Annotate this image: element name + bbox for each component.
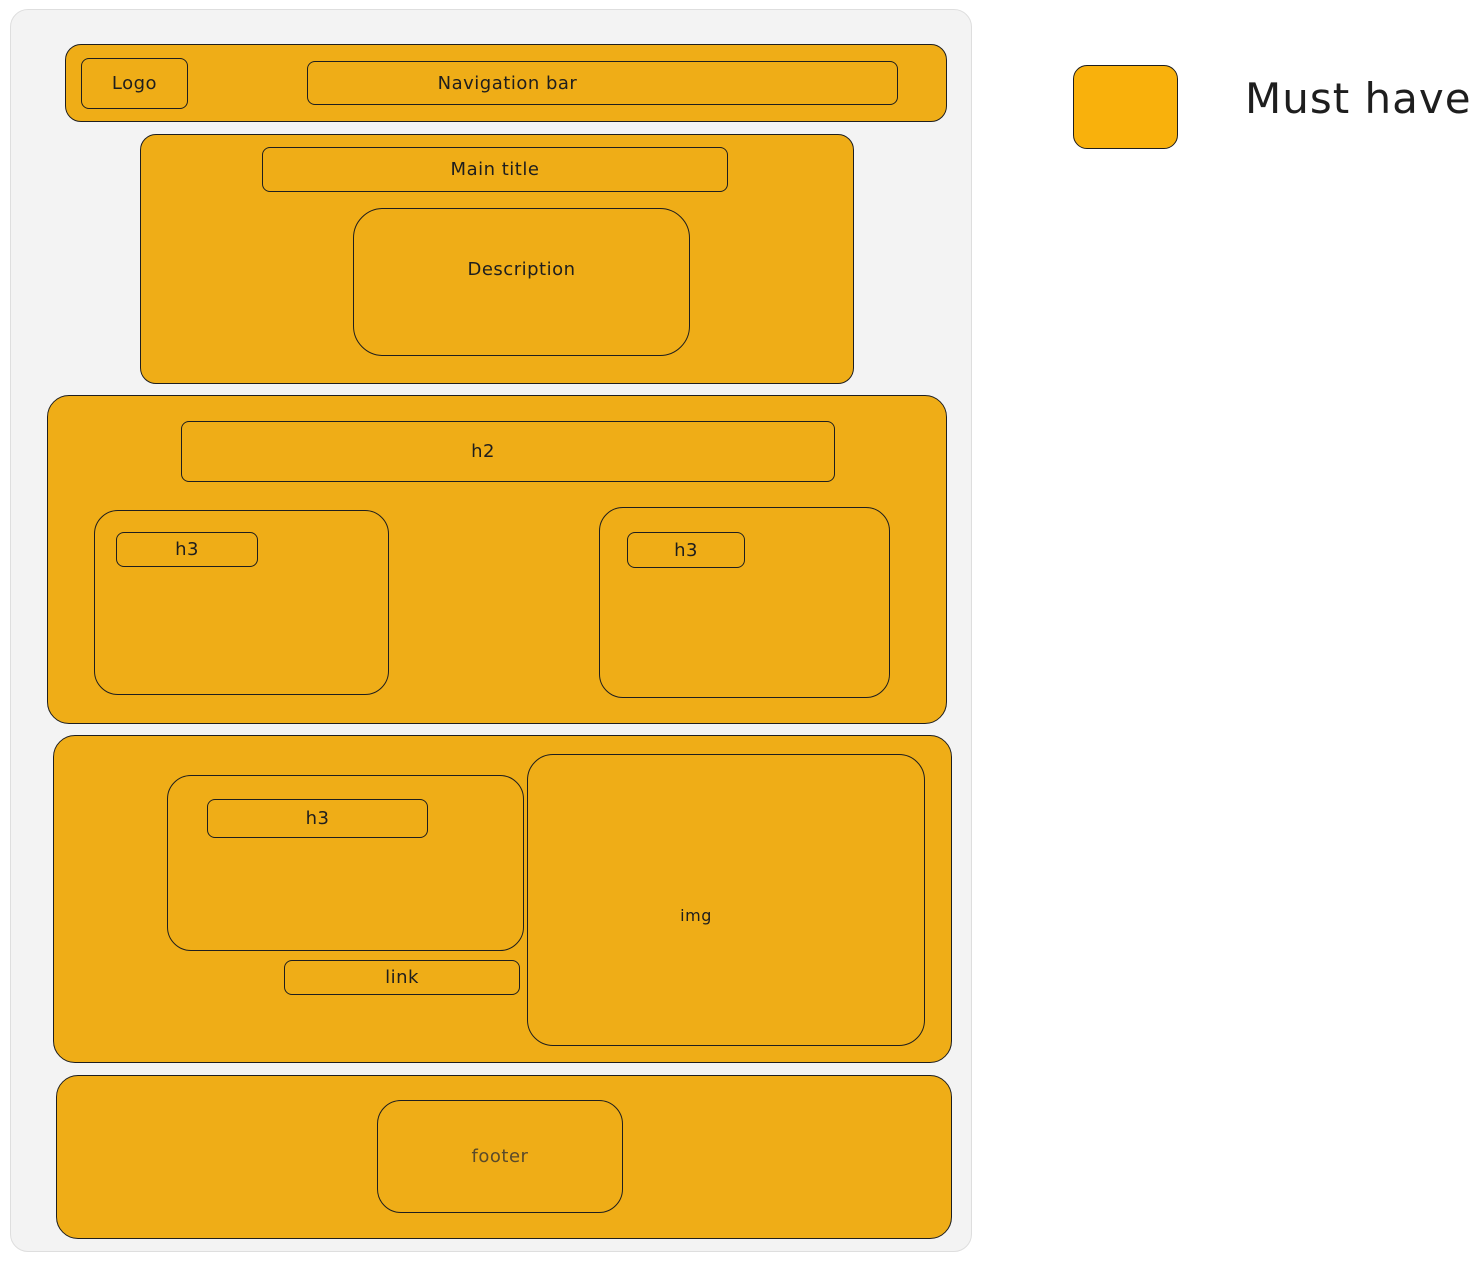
h2-label: h2	[471, 441, 495, 462]
content-card-h3-box: h3	[207, 799, 428, 838]
footer-box: footer	[377, 1100, 623, 1213]
logo-label: Logo	[111, 73, 158, 94]
description-label: Description	[467, 259, 576, 280]
card-left-h3-label: h3	[175, 539, 199, 560]
navigation-bar-box: Navigation bar	[307, 61, 898, 105]
main-title-label: Main title	[450, 159, 540, 180]
card-left-h3-box: h3	[116, 532, 258, 567]
main-title-box: Main title	[262, 147, 728, 192]
link-label: link	[385, 967, 419, 988]
img-box: img	[527, 754, 925, 1046]
logo-box: Logo	[81, 58, 188, 109]
legend-swatch	[1073, 65, 1178, 149]
description-box: Description	[353, 208, 690, 356]
link-box: link	[284, 960, 520, 995]
h2-box: h2	[181, 421, 835, 482]
footer-label: footer	[471, 1146, 529, 1167]
legend-label: Must have	[1245, 74, 1472, 123]
content-card-h3-label: h3	[305, 808, 330, 829]
img-label: img	[680, 905, 712, 925]
card-right-h3-label: h3	[674, 539, 698, 561]
navigation-bar-label: Navigation bar	[437, 72, 578, 94]
card-right-h3-box: h3	[627, 532, 745, 568]
